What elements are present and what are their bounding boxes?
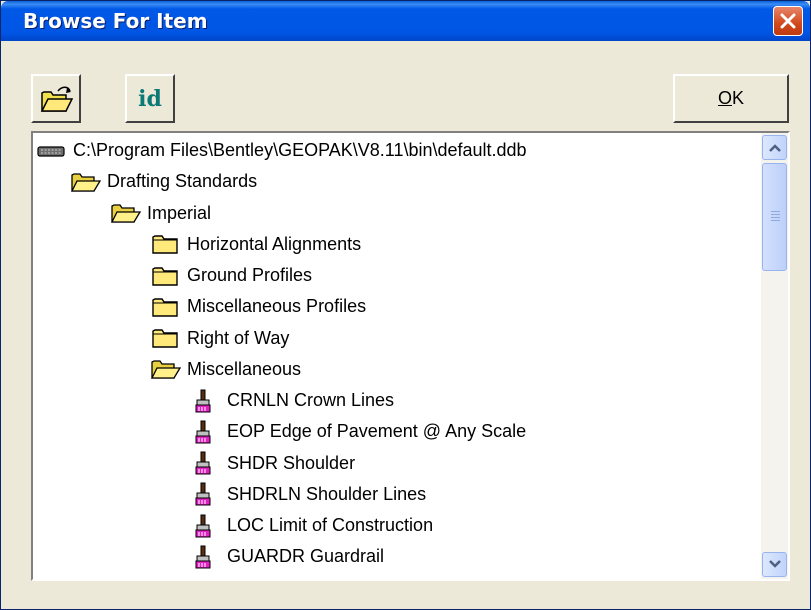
tree-content: C:\Program Files\Bentley\GEOPAK\V8.11\bi… bbox=[33, 133, 760, 579]
paint-brush-icon bbox=[191, 514, 221, 538]
scroll-up-button[interactable] bbox=[762, 135, 787, 160]
close-icon bbox=[780, 13, 796, 29]
thumb-grip-line bbox=[771, 220, 780, 221]
paint-brush-icon bbox=[191, 545, 221, 569]
tree-item-label: Drafting Standards bbox=[107, 171, 258, 192]
open-folder-icon bbox=[40, 86, 74, 112]
scroll-thumb[interactable] bbox=[762, 163, 787, 271]
paint-brush-icon bbox=[191, 420, 221, 444]
folder-icon bbox=[151, 264, 181, 288]
ok-button[interactable]: OK bbox=[673, 74, 789, 123]
tree-item[interactable]: LOC Limit of Construction bbox=[191, 510, 433, 541]
tree-item[interactable]: Drafting Standards bbox=[71, 166, 257, 197]
tree-item[interactable]: Miscellaneous Profiles bbox=[151, 291, 366, 322]
ok-label: K bbox=[732, 88, 745, 108]
tree-item-label: SHDR Shoulder bbox=[227, 452, 356, 473]
tree-item-label: Right of Way bbox=[187, 327, 290, 348]
tree-item-label: Ground Profiles bbox=[187, 265, 313, 285]
folder-icon bbox=[151, 326, 181, 350]
tree-view[interactable]: C:\Program Files\Bentley\GEOPAK\V8.11\bi… bbox=[31, 131, 790, 581]
window-title: Browse For Item bbox=[23, 9, 208, 33]
database-icon bbox=[37, 139, 67, 163]
scroll-down-button[interactable] bbox=[762, 552, 787, 577]
vertical-scrollbar[interactable] bbox=[761, 133, 788, 579]
tree-item[interactable]: Right of Way bbox=[151, 323, 289, 354]
thumb-grip-line bbox=[771, 214, 780, 215]
tree-item-label: SHDRLN Shoulder Lines bbox=[227, 483, 427, 504]
tree-item[interactable]: SHDR Shoulder bbox=[191, 448, 355, 479]
ok-mnemonic: O bbox=[717, 88, 732, 108]
tree-item-label: GUARDR Guardrail bbox=[227, 546, 385, 567]
tree-item-label: CRNLN Crown Lines bbox=[227, 390, 395, 410]
tree-item-label: Imperial bbox=[147, 202, 212, 223]
id-label: id bbox=[138, 86, 162, 112]
tree-item[interactable]: EOP Edge of Pavement @ Any Scale bbox=[191, 416, 526, 447]
tree-item-label: LOC Limit of Construction bbox=[227, 515, 434, 535]
tree-item-label: Horizontal Alignments bbox=[187, 233, 362, 254]
tree-item-label: Miscellaneous bbox=[187, 358, 302, 379]
tree-item[interactable]: C:\Program Files\Bentley\GEOPAK\V8.11\bi… bbox=[37, 135, 527, 166]
tree-item-label: EOP Edge of Pavement @ Any Scale bbox=[227, 421, 527, 442]
open-folder-icon bbox=[111, 201, 141, 225]
tree-item[interactable]: Miscellaneous bbox=[151, 354, 301, 385]
tree-item-label: Miscellaneous Profiles bbox=[187, 296, 367, 317]
title-bar[interactable]: Browse For Item bbox=[1, 1, 810, 41]
scroll-up-arrow-icon bbox=[769, 144, 781, 152]
tree-item[interactable]: CRNLN Crown Lines bbox=[191, 385, 394, 416]
tree-item[interactable]: Ground Profiles bbox=[151, 260, 312, 291]
paint-brush-icon bbox=[191, 451, 221, 475]
paint-brush-icon bbox=[191, 482, 221, 506]
browse-for-item-dialog: Browse For Item id OK C:\Program Files\B… bbox=[0, 0, 811, 610]
thumb-grip-line bbox=[771, 217, 780, 218]
id-button[interactable]: id bbox=[125, 74, 175, 123]
open-folder-icon bbox=[71, 170, 101, 194]
paint-brush-icon bbox=[191, 389, 221, 413]
scroll-down-arrow-icon bbox=[769, 560, 781, 568]
thumb-grip-line bbox=[771, 211, 780, 212]
tree-item[interactable]: Imperial bbox=[111, 198, 211, 229]
tree-item-label: C:\Program Files\Bentley\GEOPAK\V8.11\bi… bbox=[73, 140, 527, 160]
close-button[interactable] bbox=[773, 6, 803, 36]
open-database-button[interactable] bbox=[31, 74, 81, 123]
folder-icon bbox=[151, 232, 181, 256]
tree-item[interactable]: SHDRLN Shoulder Lines bbox=[191, 479, 426, 510]
tree-item[interactable]: GUARDR Guardrail bbox=[191, 541, 384, 572]
tree-item[interactable]: Horizontal Alignments bbox=[151, 229, 361, 260]
open-folder-icon bbox=[151, 357, 181, 381]
folder-icon bbox=[151, 295, 181, 319]
